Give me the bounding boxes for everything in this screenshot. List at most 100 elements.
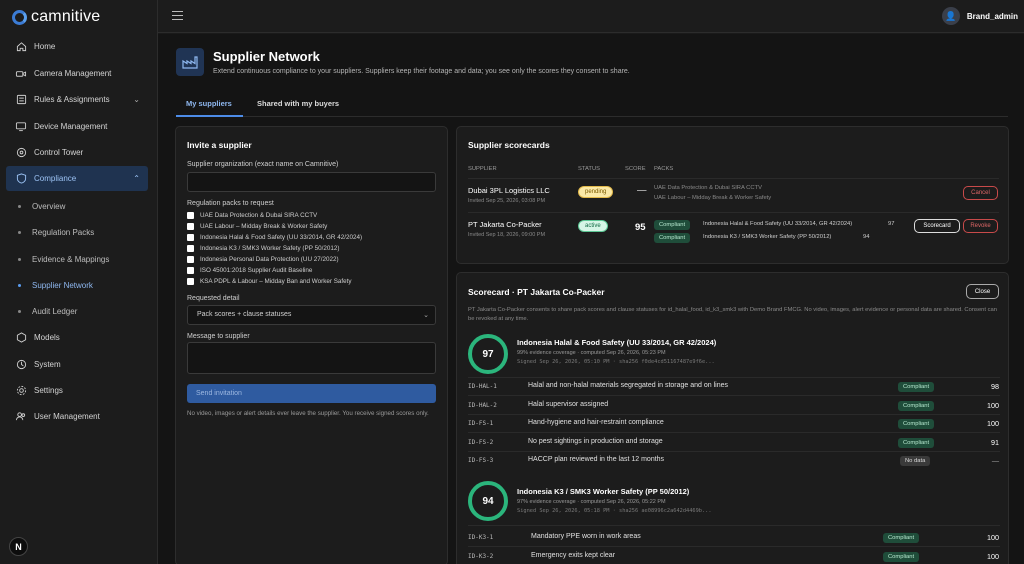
subnav-item-audit-ledger[interactable]: Audit Ledger: [6, 300, 148, 322]
supplier-score: —: [637, 185, 647, 196]
pack-name: UAE Labour – Midday Break & Worker Safet…: [654, 195, 772, 201]
clause-score: 91: [991, 438, 999, 447]
nav-item-rules-assignments[interactable]: Rules & Assignments ⌄: [6, 87, 148, 112]
clause-score: 100: [987, 401, 999, 410]
checkbox[interactable]: [187, 278, 194, 285]
nav-item-control-tower[interactable]: Control Tower: [6, 140, 148, 165]
org-label: Supplier organization (exact name on Cam…: [187, 161, 339, 168]
pack-checkbox[interactable]: KSA PDPL & Labour – Midday Ban and Worke…: [187, 278, 352, 285]
page-title: Supplier Network: [213, 49, 320, 64]
message-textarea[interactable]: [187, 342, 436, 374]
tab-shared-with-buyers[interactable]: Shared with my buyers: [257, 99, 339, 108]
bullet-icon: [18, 257, 21, 261]
pack-checkbox[interactable]: Indonesia Halal & Food Safety (UU 33/201…: [187, 234, 362, 241]
chevron-down-icon[interactable]: ⌄: [133, 95, 140, 104]
clause-code: ID-FS-2: [468, 439, 494, 446]
requested-detail-select[interactable]: Pack scores + clause statuses ⌄: [187, 305, 436, 325]
checkbox[interactable]: [187, 212, 194, 219]
checkbox[interactable]: [187, 234, 194, 241]
clause-text: Emergency exits kept clear: [531, 552, 616, 559]
system-icon: [15, 359, 27, 371]
scorecard-button[interactable]: Scorecard: [914, 219, 960, 233]
send-invitation-button[interactable]: Send invitation: [187, 384, 436, 403]
pack-score: 94: [863, 234, 870, 240]
nav-item-user-management[interactable]: User Management: [6, 404, 148, 429]
gear-icon: [15, 385, 27, 397]
divider: [468, 395, 1000, 396]
nav-label: Control Tower: [34, 148, 84, 157]
shield-icon: [15, 173, 27, 185]
revoke-button[interactable]: Revoke: [963, 219, 998, 233]
checkbox[interactable]: [187, 267, 194, 274]
pack-signature: Signed Sep 26, 2026, 05:18 PM · sha256 a…: [517, 508, 712, 514]
cancel-invite-button[interactable]: Cancel: [963, 186, 998, 200]
clause-score: 100: [987, 533, 999, 542]
checkbox[interactable]: [187, 245, 194, 252]
brand-logo[interactable]: camnitive: [12, 8, 100, 26]
detail-title: Scorecard · PT Jakarta Co-Packer: [468, 287, 605, 297]
pack-label: UAE Data Protection & Dubai SIRA CCTV: [200, 212, 318, 219]
divider: [468, 525, 1000, 526]
menu-icon[interactable]: [172, 11, 183, 23]
pack-coverage: 99% evidence coverage · computed Sep 26,…: [517, 350, 666, 356]
subnav-label: Regulation Packs: [32, 227, 95, 237]
divider: [468, 432, 1000, 433]
subnav-item-overview[interactable]: Overview: [6, 195, 148, 217]
nav-item-settings[interactable]: Settings: [6, 378, 148, 403]
nav-item-system[interactable]: System: [6, 352, 148, 377]
col-score: SCORE: [625, 166, 646, 172]
clause-text: Mandatory PPE worn in work areas: [531, 533, 641, 540]
clause-score: 98: [991, 382, 999, 391]
pack-checkbox[interactable]: ISO 45001:2018 Supplier Audit Baseline: [187, 267, 312, 274]
topbar: 👤 Brand_admin: [158, 0, 1024, 33]
nav-item-home[interactable]: Home: [6, 34, 148, 59]
status-badge: active: [578, 220, 608, 232]
divider: [468, 377, 1000, 378]
clause-code: ID-FS-1: [468, 420, 494, 427]
clause-score: 100: [987, 419, 999, 428]
clause-score: 100: [987, 552, 999, 561]
status-badge: Compliant: [883, 552, 920, 562]
nav-item-camera-management[interactable]: Camera Management: [6, 61, 148, 86]
nav-item-compliance[interactable]: Compliance ⌃: [6, 166, 148, 191]
divider: [468, 451, 1000, 452]
sidebar: camnitive Home Camera Management Rules &…: [0, 0, 158, 564]
clause-text: HACCP plan reviewed in the last 12 month…: [528, 456, 665, 463]
user-menu[interactable]: 👤 Brand_admin: [941, 7, 1018, 25]
avatar: 👤: [941, 7, 960, 25]
pack-checkbox[interactable]: UAE Labour – Midday Break & Worker Safet…: [187, 223, 327, 230]
nav-label: Camera Management: [34, 69, 112, 78]
subnav-item-supplier-network[interactable]: Supplier Network: [6, 274, 148, 296]
nav-label: Home: [34, 42, 56, 51]
pack-score-ring: 94: [468, 481, 508, 521]
pack-checkbox[interactable]: Indonesia K3 / SMK3 Worker Safety (PP 50…: [187, 245, 339, 252]
pack-name: Indonesia Halal & Food Safety (UU 33/201…: [703, 221, 853, 227]
checkbox[interactable]: [187, 256, 194, 263]
supplier-org-input[interactable]: [187, 172, 436, 192]
nav-label: Device Management: [34, 122, 108, 131]
pack-score-ring: 97: [468, 334, 508, 374]
clause-code: ID-HAL-2: [468, 402, 497, 409]
factory-icon: [176, 48, 204, 76]
pack-label: Indonesia Halal & Food Safety (UU 33/201…: [200, 234, 363, 241]
supplier-scorecards-card: Supplier scorecards SUPPLIER STATUS SCOR…: [456, 126, 1009, 264]
n-badge[interactable]: N: [9, 537, 28, 556]
nav-label: Settings: [34, 386, 63, 395]
nav-label: Rules & Assignments: [34, 95, 110, 104]
pack-score: 97: [888, 221, 895, 227]
chevron-up-icon[interactable]: ⌃: [133, 174, 140, 183]
scorecard-detail-card: Scorecard · PT Jakarta Co-Packer Close P…: [456, 272, 1009, 564]
subnav-item-evidence-mappings[interactable]: Evidence & Mappings: [6, 248, 148, 270]
nav-item-models[interactable]: Models: [6, 325, 148, 350]
clause-text: Halal supervisor assigned: [528, 401, 609, 408]
pack-checkbox[interactable]: UAE Data Protection & Dubai SIRA CCTV: [187, 212, 317, 219]
pack-checkbox[interactable]: Indonesia Personal Data Protection (UU 2…: [187, 256, 339, 263]
nav-item-device-management[interactable]: Device Management: [6, 114, 148, 139]
tab-bar: My suppliers Shared with my buyers: [176, 92, 1008, 117]
tab-my-suppliers[interactable]: My suppliers: [186, 99, 232, 108]
models-icon: [15, 332, 27, 344]
subnav-item-regulation-packs[interactable]: Regulation Packs: [6, 221, 148, 243]
clause-text: Hand-hygiene and hair-restraint complian…: [528, 419, 664, 426]
checkbox[interactable]: [187, 223, 194, 230]
close-button[interactable]: Close: [966, 284, 999, 299]
